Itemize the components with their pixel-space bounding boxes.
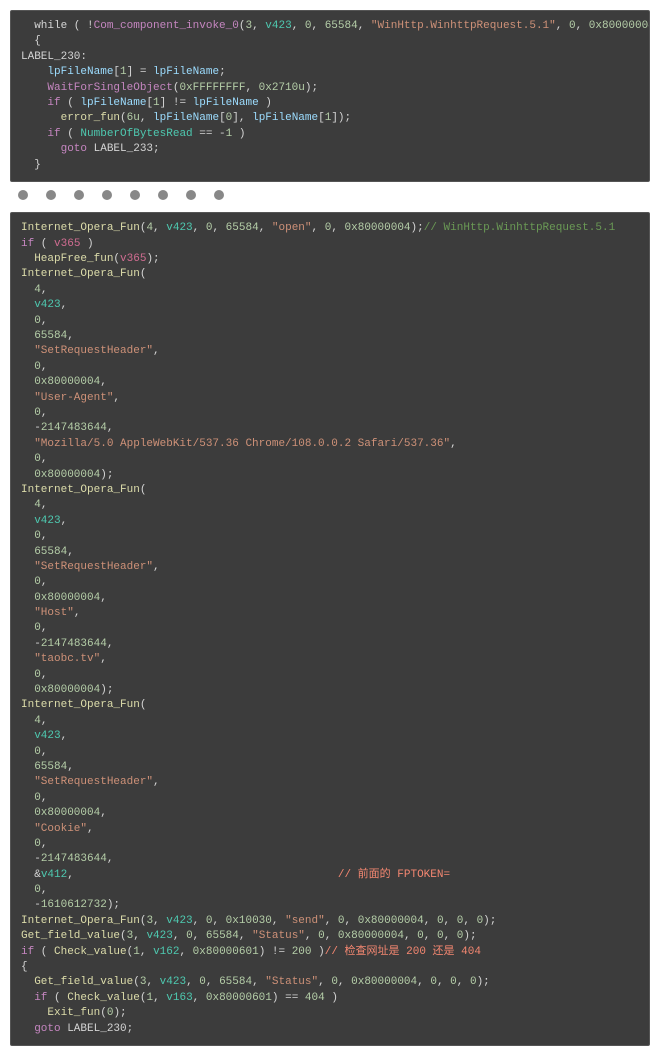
code-block-1: while ( !Com_component_invoke_0(3, v423,… [10, 10, 650, 182]
code-block-2: Internet_Opera_Fun(4, v423, 0, 65584, "o… [10, 212, 650, 1046]
separator-dots [18, 190, 650, 206]
